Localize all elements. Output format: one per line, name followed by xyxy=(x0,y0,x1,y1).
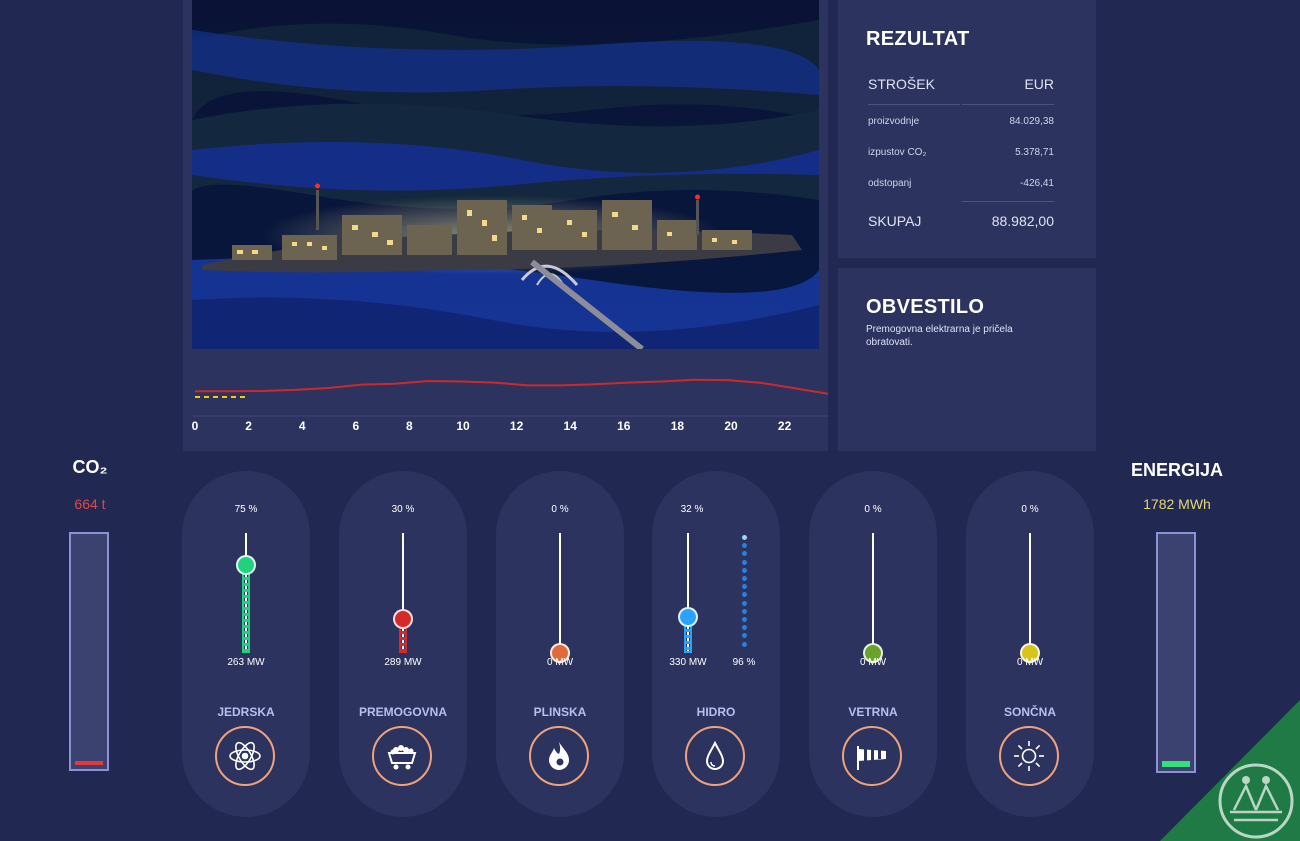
timeline-tick-label: 14 xyxy=(564,419,578,433)
co2-meter-fill xyxy=(75,761,103,765)
result-row-label: proizvodnje xyxy=(868,116,920,127)
timeline-tick-label: 10 xyxy=(456,419,470,433)
result-row-value: -426,41 xyxy=(1020,178,1054,189)
source-percent: 0 % xyxy=(551,504,569,515)
timeline-tick-label: 2 xyxy=(245,419,252,433)
result-total-label: SKUPAJ xyxy=(868,213,922,229)
result-total-row: SKUPAJ 88.982,00 xyxy=(868,213,1054,229)
result-row-value: 84.029,38 xyxy=(1009,116,1055,127)
source-percent: 0 % xyxy=(1021,504,1039,515)
source-power: 0 MW xyxy=(859,657,887,668)
atom-icon[interactable] xyxy=(215,726,275,786)
timeline-tick-label: 18 xyxy=(671,419,685,433)
notice-title: OBVESTILO xyxy=(866,296,985,318)
reservoir-dot xyxy=(742,592,747,598)
reservoir-dot xyxy=(742,633,747,639)
city-scene-image xyxy=(192,0,819,349)
source-percent: 32 % xyxy=(680,504,704,515)
source-power: 0 MW xyxy=(546,657,574,668)
source-name: SONČNA xyxy=(1003,705,1056,719)
reservoir-dot xyxy=(742,641,747,647)
results-panel: REZULTAT STROŠEK EUR proizvodnje 84.029,… xyxy=(838,0,1096,258)
source-slider-fill xyxy=(242,563,250,653)
result-row-label: izpustov CO₂ xyxy=(868,147,927,158)
reservoir-dot xyxy=(742,576,747,581)
timeline-tick-label: 0 xyxy=(192,419,199,433)
source-slider-track[interactable] xyxy=(1029,533,1031,653)
timeline-tick-label: 20 xyxy=(724,419,738,433)
result-row-deviations: odstopanj -426,41 xyxy=(868,178,1054,189)
reservoir-dot xyxy=(742,551,747,557)
source-card-solar: 0 % 0 MW SONČNA xyxy=(966,471,1094,817)
windsock-icon[interactable] xyxy=(842,726,902,786)
timeline-ticks: 0 2 4 6 8 10 12 14 16 18 20 22 xyxy=(192,419,792,433)
reservoir-dot xyxy=(742,617,747,622)
source-slider-track[interactable] xyxy=(559,533,561,653)
source-slider-handle[interactable] xyxy=(393,609,413,629)
source-percent: 30 % xyxy=(391,504,415,515)
reservoir-dot xyxy=(742,567,747,573)
coal-cart-icon[interactable] xyxy=(372,726,432,786)
timeline-tick-label: 8 xyxy=(406,419,413,433)
source-percent: 75 % xyxy=(234,504,258,515)
reservoir-dot xyxy=(742,535,747,540)
reservoir-level-indicator xyxy=(742,535,748,647)
water-drop-icon[interactable] xyxy=(685,726,745,786)
source-name: HIDRO xyxy=(696,705,736,719)
flame-icon[interactable] xyxy=(529,726,589,786)
co2-value: 664 t xyxy=(74,496,106,512)
result-row-emissions: izpustov CO₂ 5.378,71 xyxy=(868,147,1054,158)
co2-meter xyxy=(69,532,109,771)
source-card-hydro: 32 % 330 MW 96 % HIDRO xyxy=(652,471,780,817)
sun-icon[interactable] xyxy=(999,726,1059,786)
timeline-tick-label: 22 xyxy=(778,419,792,433)
reservoir-dot xyxy=(742,584,747,590)
source-name: PREMOGOVNA xyxy=(358,705,447,719)
divider xyxy=(962,201,1054,202)
source-slider-track[interactable] xyxy=(872,533,874,653)
source-name: VETRNA xyxy=(848,705,898,719)
source-card-wind: 0 % 0 MW VETRNA xyxy=(809,471,937,817)
cost-header-unit: EUR xyxy=(1024,76,1054,92)
result-row-label: odstopanj xyxy=(868,178,912,189)
energy-title: ENERGIJA xyxy=(1130,460,1224,480)
timeline-tick-label: 4 xyxy=(299,419,306,433)
timeline-tick-label: 16 xyxy=(617,419,631,433)
divider xyxy=(868,104,960,105)
result-total-value: 88.982,00 xyxy=(991,213,1054,229)
energy-value: 1782 MWh xyxy=(1143,496,1211,512)
timeline-tick-label: 12 xyxy=(510,419,524,433)
source-card-nuclear: 75 % 263 MW JEDRSKA xyxy=(182,471,310,817)
reservoir-percent: 96 % xyxy=(732,657,756,668)
cost-header-label: STROŠEK xyxy=(868,76,935,92)
result-row-production: proizvodnje 84.029,38 xyxy=(868,116,1054,127)
source-slider-handle[interactable] xyxy=(236,555,256,575)
notice-panel: OBVESTILO Premogovna elektrarna je priče… xyxy=(838,268,1096,451)
source-name: JEDRSKA xyxy=(217,705,275,719)
reservoir-dot xyxy=(742,625,747,631)
result-row-value: 5.378,71 xyxy=(1015,147,1054,158)
divider xyxy=(962,104,1054,105)
reservoir-dot xyxy=(742,608,747,614)
co2-title: CO₂ xyxy=(72,457,108,477)
source-name: PLINSKA xyxy=(533,705,587,719)
demand-timeline: 0 2 4 6 8 10 12 14 16 18 20 22 xyxy=(183,355,829,445)
source-power: 0 MW xyxy=(1016,657,1044,668)
source-card-gas: 0 % 0 MW PLINSKA xyxy=(496,471,624,817)
source-percent: 0 % xyxy=(864,504,882,515)
source-power: 289 MW xyxy=(384,657,422,668)
timeline-tick-label: 6 xyxy=(352,419,359,433)
source-card-coal: 30 % 289 MW PREMOGOVNA xyxy=(339,471,467,817)
source-slider-handle[interactable] xyxy=(678,607,698,627)
notice-text: Premogovna elektrarna je pričela obratov… xyxy=(866,324,1013,348)
source-power: 330 MW xyxy=(669,657,707,668)
results-title: REZULTAT xyxy=(866,28,970,50)
reservoir-dot xyxy=(742,543,747,549)
source-power: 263 MW xyxy=(227,657,265,668)
demand-line xyxy=(195,378,829,395)
corner-logo xyxy=(1160,700,1300,841)
reservoir-dot xyxy=(742,559,747,565)
reservoir-dot xyxy=(742,600,747,606)
